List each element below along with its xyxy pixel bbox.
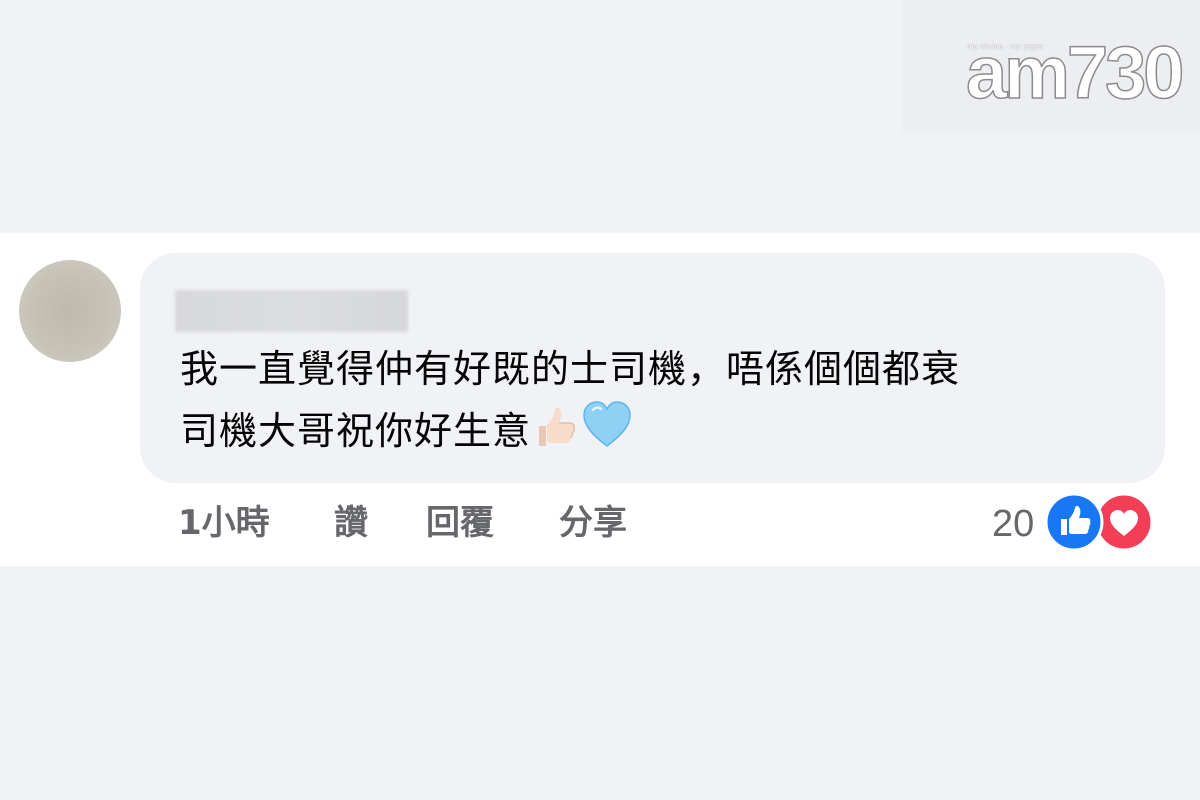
logo-tagline: my choice · my paper xyxy=(967,42,1044,51)
comment-line-2-text: 司機大哥祝你好生意 xyxy=(180,409,532,453)
love-reaction-icon xyxy=(1094,492,1154,552)
reply-button[interactable]: 回覆 xyxy=(426,497,494,549)
like-reaction-icon xyxy=(1044,492,1104,552)
reaction-summary[interactable]: 20 xyxy=(992,492,1162,552)
light-blue-heart-icon xyxy=(581,400,633,468)
comment-line-2: 司機大哥祝你好生意 xyxy=(180,400,1140,468)
thumbs-up-light-skin-icon xyxy=(533,404,579,468)
author-name-blurred[interactable] xyxy=(175,290,408,332)
comment-text: 我一直覺得仲有好既的士司機，唔係個個都衰 司機大哥祝你好生意 xyxy=(180,338,1140,468)
reaction-icons xyxy=(1044,492,1154,552)
am730-logo: am730 my choice · my paper xyxy=(965,35,1185,111)
bottom-background xyxy=(0,566,1200,800)
comment-actions: 1小時 讚 回覆 分享 xyxy=(178,497,878,549)
comment-line-1: 我一直覺得仲有好既的士司機，唔係個個都衰 xyxy=(180,347,961,391)
like-button[interactable]: 讚 xyxy=(334,497,368,549)
avatar[interactable] xyxy=(19,260,121,362)
share-button[interactable]: 分享 xyxy=(559,497,627,549)
reaction-count: 20 xyxy=(992,503,1035,545)
comment-timestamp[interactable]: 1小時 xyxy=(178,497,270,549)
